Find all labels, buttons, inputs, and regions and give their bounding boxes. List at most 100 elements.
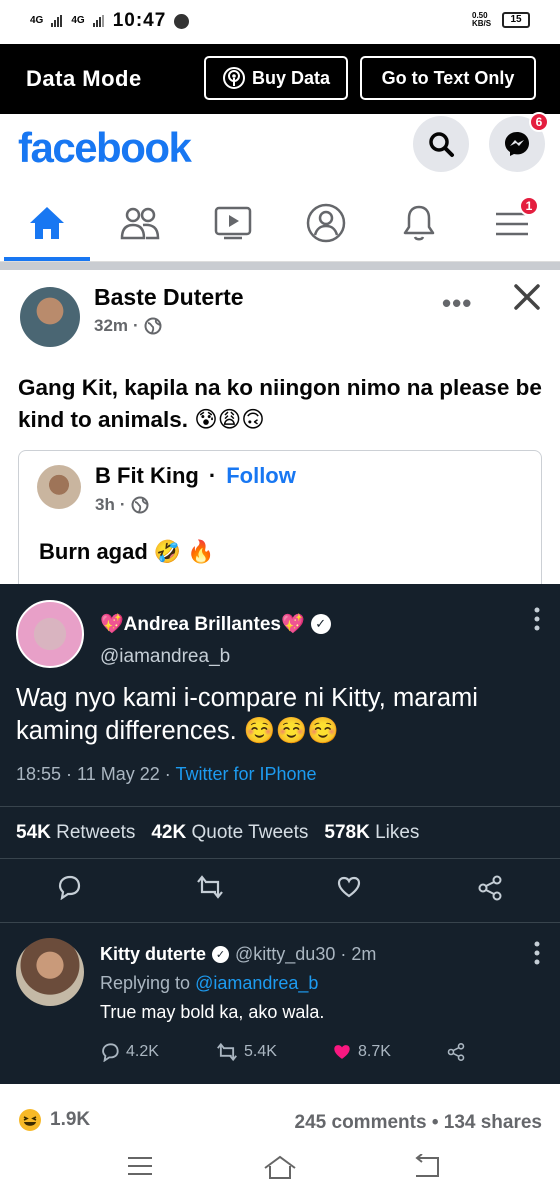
profile-icon	[306, 203, 346, 243]
buy-data-button[interactable]: Buy Data	[204, 56, 348, 100]
tab-home[interactable]	[12, 194, 82, 252]
search-icon	[429, 132, 454, 157]
tweet-actions	[0, 874, 560, 910]
status-bar: 4G 4G 10:47 0.50 KB/S 15	[0, 0, 560, 44]
meta-dot: ·	[119, 495, 126, 514]
messenger-notification-icon	[174, 13, 190, 29]
back-button-icon[interactable]	[410, 1154, 442, 1180]
globe-icon	[144, 317, 162, 335]
like-count: 578K	[324, 822, 370, 843]
reply-author-row: Kitty duterte ✓ @kitty_du30 · 2m	[100, 944, 376, 965]
vertical-dots-icon	[534, 607, 540, 631]
reply-retweet-group: 5.4K	[216, 1042, 277, 1062]
data-mode-bar: Data Mode Buy Data Go to Text Only	[0, 44, 560, 114]
tweet-stats: 54K Retweets 42K Quote Tweets 578K Likes	[16, 822, 419, 844]
verified-badge-icon: ✓	[310, 614, 331, 634]
tab-menu[interactable]: 1	[477, 194, 547, 252]
text-only-button[interactable]: Go to Text Only	[360, 56, 536, 100]
shared-author[interactable]: B Fit King	[95, 463, 199, 489]
tab-profile[interactable]	[291, 194, 361, 252]
tweet-screenshot-image[interactable]: 💖Andrea Brillantes💖 ✓ @iamandrea_b Wag n…	[0, 584, 560, 1084]
clock: 10:47	[112, 10, 167, 31]
home-icon	[30, 207, 64, 239]
facebook-logo[interactable]: facebook	[18, 124, 192, 172]
home-button-icon[interactable]	[262, 1154, 298, 1182]
buy-data-label: Buy Data	[251, 67, 331, 88]
globe-icon	[131, 496, 149, 514]
share-icon	[447, 1043, 465, 1061]
post-header: Baste Duterte 32m · •••	[0, 270, 560, 360]
shared-time[interactable]: 3h	[95, 495, 115, 515]
shared-post[interactable]: B Fit King · Follow 3h · Burn agad 🤣 🔥	[18, 450, 542, 586]
signal-2: 4G	[71, 15, 85, 26]
reply-author-avatar	[16, 938, 84, 1006]
signal-1: 4G	[30, 15, 44, 26]
follow-button[interactable]: Follow	[226, 463, 296, 489]
messenger-badge: 6	[529, 112, 549, 132]
tweet-author-handle: @iamandrea_b	[100, 646, 231, 667]
like-label: Likes	[375, 822, 420, 843]
haha-reaction-icon	[19, 1109, 41, 1131]
retweet-label: Retweets	[56, 822, 136, 843]
app-header: facebook 6	[0, 112, 560, 184]
recent-apps-icon[interactable]	[126, 1154, 154, 1178]
tab-watch[interactable]	[198, 194, 268, 252]
system-navigation-bar	[0, 1140, 560, 1200]
signal-bars-icon	[92, 15, 104, 27]
signal-bars-icon	[51, 15, 63, 27]
main-nav: 1	[0, 184, 560, 262]
replying-to: Replying to @iamandrea_b	[100, 973, 318, 994]
shared-text: Burn agad 🤣 🔥	[39, 539, 215, 564]
verified-badge-icon: ✓	[212, 946, 230, 963]
quote-label: Quote Tweets	[191, 822, 309, 843]
comments-shares-count[interactable]: 245 comments • 134 shares	[295, 1112, 542, 1134]
network-speed: 0.50 KB/S	[472, 11, 492, 28]
quote-count: 42K	[151, 822, 187, 843]
messenger-button[interactable]: 6	[489, 112, 549, 172]
reply-like-group: 8.7K	[332, 1042, 391, 1062]
post-time[interactable]: 32m	[94, 316, 128, 336]
reply-count-group: 4.2K	[100, 1042, 159, 1062]
reply-author-name: Kitty duterte	[100, 944, 207, 964]
reply-tweet: Kitty duterte ✓ @kitty_du30 · 2m Replyin…	[0, 924, 560, 1084]
post-meta: 32m ·	[94, 316, 162, 336]
reply-icon	[58, 875, 81, 900]
reply-replies: 4.2K	[126, 1043, 159, 1060]
reply-handle-time: @kitty_du30 · 2m	[235, 944, 377, 964]
divider	[0, 858, 560, 859]
heart-filled-icon	[334, 1045, 350, 1059]
retweet-count: 54K	[16, 822, 51, 843]
replying-prefix: Replying to	[100, 973, 196, 993]
tweet-datetime: 18:55 · 11 May 22 ·	[16, 764, 176, 784]
feed-divider	[0, 262, 560, 270]
post-author[interactable]: Baste Duterte	[94, 284, 244, 311]
author-avatar[interactable]	[20, 287, 80, 347]
video-icon	[214, 206, 252, 240]
reply-likes: 8.7K	[358, 1043, 391, 1060]
broadcast-icon	[222, 67, 245, 89]
replying-handle: @iamandrea_b	[195, 973, 319, 993]
shared-author-avatar[interactable]	[37, 465, 81, 509]
shared-author-row: B Fit King · Follow	[95, 463, 296, 489]
active-tab-indicator	[4, 257, 90, 261]
divider	[0, 806, 560, 807]
tab-notifications[interactable]	[384, 194, 454, 252]
reply-icon	[102, 1043, 119, 1062]
reply-actions: 4.2K 5.4K 8.7K	[100, 1042, 540, 1066]
battery-icon: 15	[502, 12, 530, 28]
reaction-summary[interactable]: 1.9K	[18, 1108, 90, 1132]
menu-badge: 1	[519, 196, 539, 216]
tab-friends[interactable]	[105, 194, 175, 252]
data-mode-title: Data Mode	[26, 66, 142, 91]
reply-retweets: 5.4K	[244, 1043, 277, 1060]
tweet-body: Wag nyo kami i-compare ni Kitty, marami …	[16, 684, 478, 745]
search-button[interactable]	[413, 116, 469, 172]
tweet-author-row: 💖Andrea Brillantes💖 ✓	[100, 612, 331, 636]
hide-post-button[interactable]	[512, 282, 542, 317]
post-text: Gang Kit, kapila na ko niingon nimo na p…	[18, 375, 542, 432]
more-options-button[interactable]: •••	[442, 288, 472, 319]
friends-icon	[120, 207, 160, 240]
messenger-icon	[505, 132, 529, 156]
close-icon	[514, 284, 540, 310]
reply-share-group	[446, 1042, 466, 1062]
